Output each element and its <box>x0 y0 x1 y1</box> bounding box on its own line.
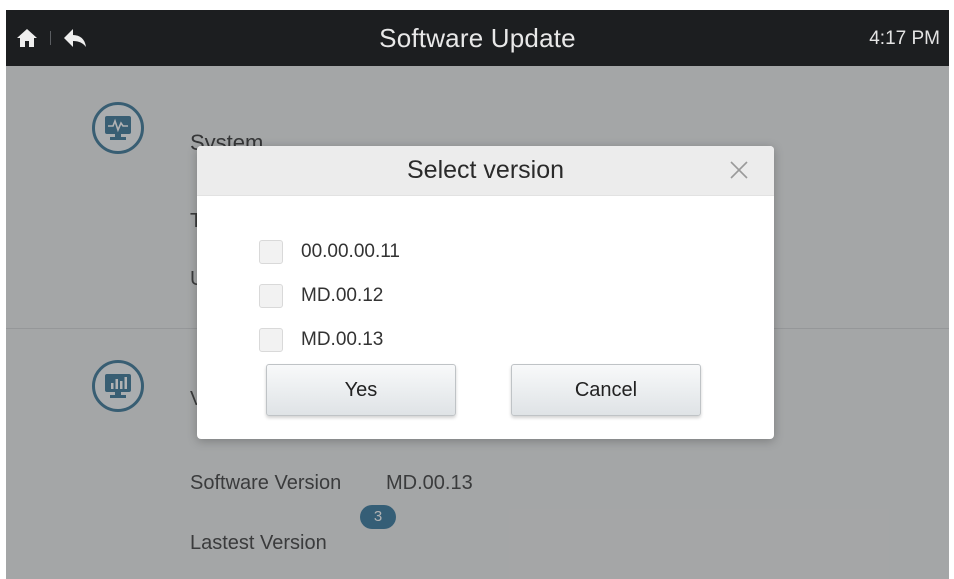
top-bar: Software Update 4:17 PM <box>6 10 949 66</box>
dialog-header: Select version <box>197 146 774 196</box>
version-checkbox[interactable] <box>259 240 283 264</box>
page-title: Software Update <box>379 23 576 53</box>
clock: 4:17 PM <box>869 28 940 49</box>
version-option-label: MD.00.13 <box>301 329 384 350</box>
version-option[interactable]: MD.00.13 <box>259 325 383 355</box>
software-update-screen: Software Update 4:17 PM System T U V Sof… <box>6 10 949 579</box>
cancel-button[interactable]: Cancel <box>511 364 701 416</box>
version-option[interactable]: MD.00.12 <box>259 281 383 311</box>
version-option-label: MD.00.12 <box>301 285 384 306</box>
close-icon[interactable] <box>728 159 750 181</box>
version-option-label: 00.00.00.11 <box>301 241 400 262</box>
yes-button[interactable]: Yes <box>266 364 456 416</box>
select-version-dialog: Select version 00.00.00.11 MD.00.12 MD.0… <box>197 146 774 439</box>
version-checkbox[interactable] <box>259 284 283 308</box>
version-checkbox[interactable] <box>259 328 283 352</box>
version-option[interactable]: 00.00.00.11 <box>259 237 400 267</box>
dialog-title: Select version <box>406 156 565 184</box>
